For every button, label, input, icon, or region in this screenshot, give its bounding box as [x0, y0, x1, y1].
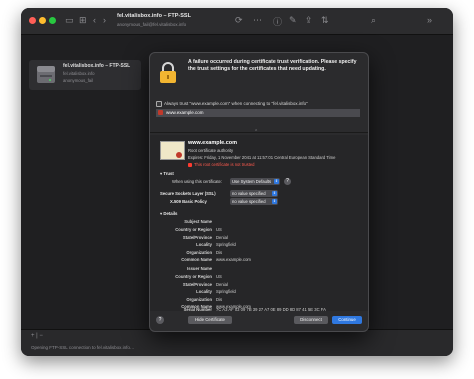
grid-view-icon[interactable]: ⊞ [79, 15, 87, 26]
certificate-detail-pane: www.example.com Root certificate authori… [150, 135, 368, 312]
card-host: fel.vitalisbox.info [63, 71, 95, 76]
more-icon[interactable]: » [427, 15, 432, 25]
card-user: anonymous_fail [63, 78, 94, 83]
details-section-title: Details [163, 211, 178, 216]
trust-help-button[interactable]: ? [284, 178, 291, 185]
dialog-buttons: ? Hide Certificate Disconnect Continue [150, 311, 368, 331]
window-subtitle: anonymous_fail@fel.vitalisbox.info [117, 22, 187, 27]
edit-icon[interactable]: ✎ [289, 15, 297, 26]
subject-name-header: Subject Name [184, 219, 212, 224]
detail-value: www.example.com [216, 257, 251, 262]
detail-value: Springfield [216, 242, 236, 247]
certificate-trust-sheet: A failure occurred during certificate tr… [149, 52, 369, 332]
status-text: Opening FTP-SSL connection to fel.vitali… [31, 345, 135, 350]
certificate-error-text: This root certificate is not trusted [194, 162, 255, 167]
minimize-button[interactable] [39, 17, 46, 24]
trust-failure-message: A failure occurred during certificate tr… [188, 59, 357, 72]
when-using-value: Use System Defaults [232, 179, 272, 184]
search-icon[interactable]: ⌕ [371, 15, 376, 26]
zoom-button[interactable] [49, 17, 56, 24]
select-chevron-icon: ⇕ [272, 199, 277, 204]
help-button[interactable]: ? [156, 316, 164, 324]
action-icon[interactable]: ⋯ [253, 15, 262, 26]
trust-section-title: Trust [163, 171, 174, 176]
issuer-name-header: Issuer Name [187, 266, 212, 271]
when-using-select[interactable]: Use System Defaults ⇕ [230, 178, 280, 185]
title-bar: ▭ ⊞ ‹ › fel.vitalisbox.info – FTP-SSL an… [21, 8, 453, 35]
detail-key: State/Province [182, 281, 212, 287]
connection-card[interactable]: fel.vitalisbox.info – FTP-SSL fel.vitali… [29, 60, 141, 90]
certificate-list-label: www.example.com [166, 110, 204, 115]
status-bar: + | − Opening FTP-SSL connection to fel.… [21, 329, 453, 356]
back-icon[interactable]: ‹ [93, 15, 96, 25]
transfers-icon[interactable]: ⇅ [321, 15, 329, 26]
detail-key: Organization [186, 249, 212, 255]
certificate-expiry: Expires: Friday, 1 November 2041 at 11:5… [188, 155, 336, 160]
detail-value: Springfield [216, 289, 236, 294]
window-title: fel.vitalisbox.info – FTP-SSL [117, 13, 191, 19]
select-chevron-icon: ⇕ [274, 179, 279, 184]
certificate-icon [160, 141, 185, 160]
server-icon [37, 66, 55, 83]
always-trust-label: Always trust "www.example.com" when conn… [164, 101, 308, 107]
certificate-name: www.example.com [188, 140, 238, 146]
ssl-select[interactable]: no value specified ⇕ [230, 190, 278, 197]
x509-select[interactable]: no value specified ⇕ [230, 198, 278, 205]
error-icon [188, 162, 192, 167]
detail-value: US [216, 274, 222, 279]
detail-value: Denial [216, 234, 228, 240]
divider [150, 132, 368, 133]
refresh-icon[interactable]: ⟳ [235, 15, 243, 26]
forward-icon[interactable]: › [103, 15, 106, 25]
trust-section-toggle[interactable]: ▾ Trust [160, 171, 174, 177]
when-using-label: When using this certificate: [172, 179, 223, 184]
detail-value: Dis [216, 249, 223, 255]
x509-value: no value specified [232, 199, 266, 204]
ssl-value: no value specified [232, 191, 266, 196]
lock-icon [160, 62, 176, 83]
disconnect-button[interactable]: Disconnect [294, 316, 328, 324]
card-title: fel.vitalisbox.info – FTP-SSL [63, 63, 131, 69]
certificate-issuer-type: Root certificate authority [188, 148, 234, 153]
continue-button[interactable]: Continue [332, 316, 362, 324]
detail-key: Organization [186, 296, 212, 302]
details-section-toggle[interactable]: ▾ Details [160, 211, 177, 217]
add-remove-buttons[interactable]: + | − [31, 333, 43, 339]
sidebar-toggle-icon[interactable]: ▭ [65, 15, 74, 26]
detail-key: Common Name [181, 257, 212, 262]
always-trust-checkbox[interactable] [156, 101, 162, 107]
detail-key: Country or Region [175, 227, 212, 232]
app-window: ▭ ⊞ ‹ › fel.vitalisbox.info – FTP-SSL an… [21, 8, 453, 356]
detail-key: Locality [196, 289, 212, 294]
x509-label: X.509 Basic Policy [170, 199, 207, 204]
detail-value: Denial [216, 281, 228, 287]
detail-key: Locality [196, 242, 212, 247]
detail-value: US [216, 227, 222, 232]
detail-key: Country or Region [175, 274, 212, 279]
always-trust-row[interactable]: Always trust "www.example.com" when conn… [156, 101, 308, 107]
hide-certificate-button[interactable]: Hide Certificate [188, 316, 232, 324]
detail-value: Dis [216, 296, 223, 302]
certificate-small-icon [158, 110, 163, 116]
info-icon[interactable]: ⓘ [273, 15, 282, 28]
share-icon[interactable]: ⇪ [305, 15, 313, 26]
certificate-error: This root certificate is not trusted [188, 162, 255, 167]
detail-key: State/Province [182, 234, 212, 240]
ssl-label: Secure Sockets Layer (SSL) [160, 191, 216, 196]
select-chevron-icon: ⇕ [272, 191, 277, 196]
certificate-list-item[interactable]: www.example.com [156, 109, 360, 117]
close-button[interactable] [29, 17, 36, 24]
